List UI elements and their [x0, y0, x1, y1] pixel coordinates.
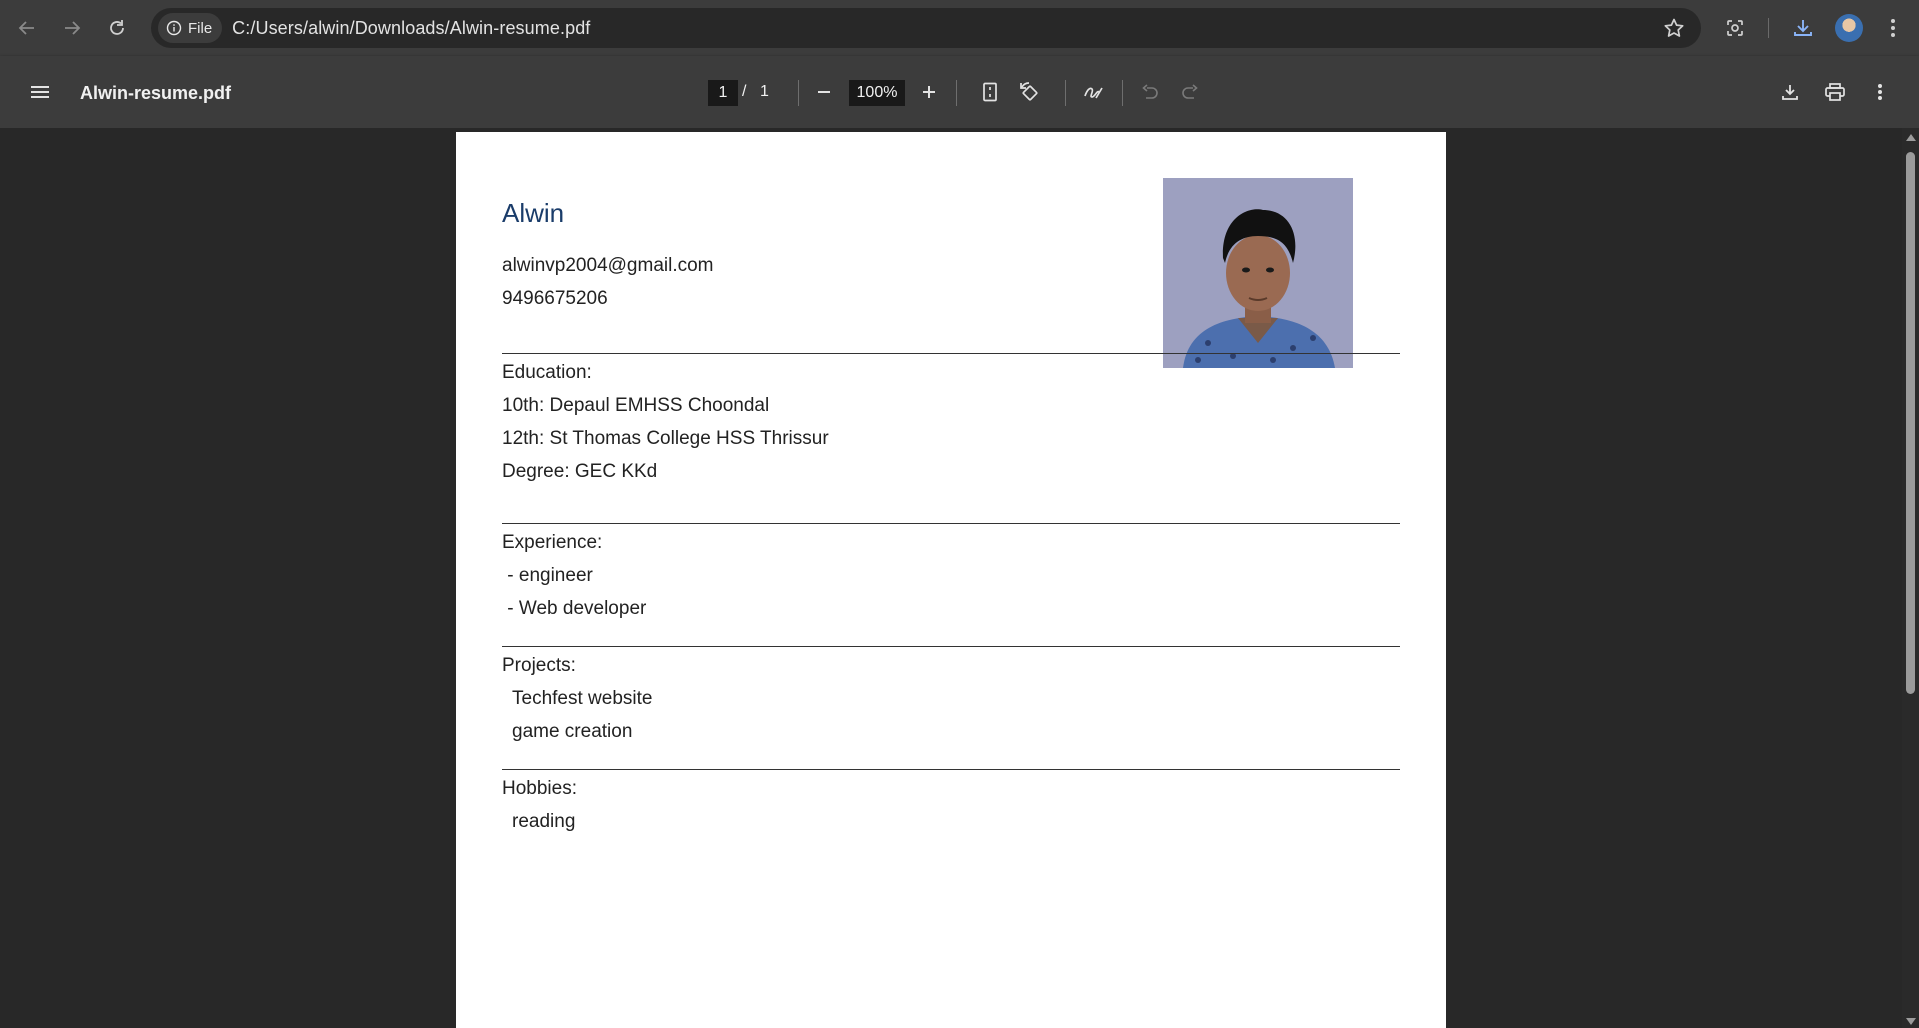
google-lens-icon[interactable] [1717, 10, 1753, 46]
education-heading: Education: [502, 362, 592, 383]
rotate-icon[interactable] [1012, 74, 1048, 110]
scroll-up-arrow-icon[interactable] [1906, 134, 1916, 141]
section-divider [502, 353, 1400, 354]
vertical-scrollbar[interactable] [1902, 128, 1919, 1028]
toolbar-divider [1065, 80, 1066, 106]
section-divider [502, 523, 1400, 524]
address-bar[interactable]: File C:/Users/alwin/Downloads/Alwin-resu… [151, 8, 1701, 48]
info-icon [166, 20, 182, 36]
experience-heading: Experience: [502, 532, 603, 553]
education-item: Degree: GEC KKd [502, 461, 658, 482]
profile-avatar[interactable] [1835, 14, 1863, 42]
more-options-icon[interactable] [1862, 74, 1898, 110]
reload-icon[interactable] [99, 10, 135, 46]
toolbar-divider [956, 80, 957, 106]
toolbar-divider [1122, 80, 1123, 106]
scroll-down-arrow-icon[interactable] [1906, 1018, 1916, 1025]
scrollbar-thumb[interactable] [1906, 152, 1915, 694]
profile-photo [1163, 178, 1353, 368]
page-total: 1 [760, 83, 769, 100]
resume-email: alwinvp2004@gmail.com [502, 255, 714, 276]
print-icon[interactable] [1817, 74, 1853, 110]
toolbar-divider [798, 80, 799, 106]
resume-name: Alwin [502, 198, 565, 228]
document-title: Alwin-resume.pdf [80, 83, 232, 103]
project-item: game creation [512, 721, 633, 742]
annotate-pen-icon[interactable] [1076, 74, 1112, 110]
browser-menu-icon[interactable] [1875, 10, 1911, 46]
hobbies-heading: Hobbies: [502, 778, 577, 799]
section-divider [502, 769, 1400, 770]
site-chip-label: File [188, 19, 213, 37]
redo-icon[interactable] [1172, 74, 1208, 110]
forward-icon[interactable] [54, 10, 90, 46]
experience-item: - Web developer [502, 598, 647, 619]
bookmark-star-icon[interactable] [1663, 17, 1685, 44]
download-icon[interactable] [1772, 74, 1808, 110]
page-separator: / [742, 83, 747, 100]
toolbar-divider [1768, 18, 1769, 38]
fit-to-page-icon[interactable] [972, 74, 1008, 110]
zoom-out-icon[interactable] [806, 74, 842, 110]
education-item: 10th: Depaul EMHSS Choondal [502, 395, 770, 416]
pdf-page: Alwin alwinvp2004@gmail.com 9496675206 E… [456, 132, 1446, 1028]
browser-toolbar: File C:/Users/alwin/Downloads/Alwin-resu… [0, 0, 1919, 56]
url-text[interactable]: C:/Users/alwin/Downloads/Alwin-resume.pd… [232, 18, 590, 39]
site-info-chip[interactable]: File [158, 13, 223, 43]
education-item: 12th: St Thomas College HSS Thrissur [502, 428, 829, 449]
projects-heading: Projects: [502, 655, 576, 676]
project-item: Techfest website [512, 688, 653, 709]
sidebar-menu-icon[interactable] [22, 74, 58, 110]
page-number-input[interactable]: 1 [708, 80, 738, 106]
zoom-in-icon[interactable] [911, 74, 947, 110]
section-divider [502, 646, 1400, 647]
undo-icon[interactable] [1132, 74, 1168, 110]
hobby-item: reading [512, 811, 576, 832]
downloads-icon[interactable] [1785, 10, 1821, 46]
pdf-toolbar: Alwin-resume.pdf 1 / 1 100% [0, 56, 1919, 128]
resume-phone: 9496675206 [502, 288, 608, 309]
zoom-level-input[interactable]: 100% [849, 80, 905, 106]
experience-item: - engineer [502, 565, 593, 586]
back-icon[interactable] [9, 10, 45, 46]
